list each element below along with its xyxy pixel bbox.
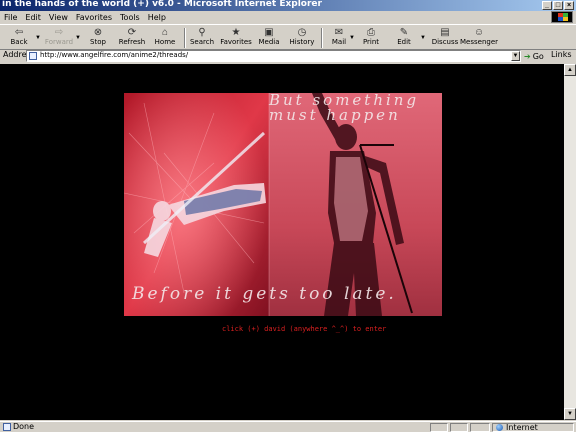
mail-button[interactable]: ✉ Mail <box>330 26 348 50</box>
mail-dropdown-icon[interactable]: ▼ <box>349 35 355 41</box>
menu-file[interactable]: File <box>0 13 21 22</box>
menu-favorites[interactable]: Favorites <box>72 13 116 22</box>
vertical-scrollbar[interactable]: ▲ ▼ <box>564 64 576 420</box>
messenger-label: Messenger <box>460 38 499 46</box>
menu-view[interactable]: View <box>45 13 72 22</box>
edit-label: Edit <box>397 38 411 46</box>
history-button[interactable]: ◷ History <box>289 26 315 50</box>
favorites-icon: ★ <box>231 26 241 38</box>
back-arrow-icon: ⇦ <box>14 26 24 38</box>
media-button[interactable]: ▣ Media <box>258 26 280 50</box>
minimize-button[interactable]: _ <box>542 1 552 10</box>
refresh-icon: ⟳ <box>127 26 137 38</box>
status-panel <box>450 423 468 432</box>
toolbar-separator <box>321 28 323 48</box>
forward-arrow-icon: ⇨ <box>54 26 64 38</box>
back-dropdown-icon[interactable]: ▼ <box>35 35 41 41</box>
window-title: in the hands of the world (+) v6.0 - Mic… <box>2 0 322 9</box>
menu-help[interactable]: Help <box>144 13 170 22</box>
standard-toolbar: ⇦ Back ▼ ⇨ Forward ▼ ⊗ Stop ⟳ Refresh ⌂ … <box>0 24 576 50</box>
home-label: Home <box>154 38 176 46</box>
page-content: But something must happen Before it gets… <box>0 64 564 420</box>
caption-line-2: must happen <box>269 106 401 124</box>
print-label: Print <box>362 38 380 46</box>
status-panel <box>430 423 448 432</box>
media-icon: ▣ <box>264 26 274 38</box>
favorites-label: Favorites <box>220 38 252 46</box>
go-arrow-icon: ➔ <box>524 51 531 61</box>
stop-icon: ⊗ <box>93 26 103 38</box>
forward-dropdown-icon[interactable]: ▼ <box>75 35 81 41</box>
window-controls: _ □ × <box>542 1 574 10</box>
history-label: History <box>289 38 315 46</box>
history-icon: ◷ <box>297 26 307 38</box>
enter-instruction-link[interactable]: click (+) david (anywhere ^_^) to enter <box>222 325 386 333</box>
page-done-icon <box>3 423 11 431</box>
favorites-button[interactable]: ★ Favorites <box>220 26 252 50</box>
banner-caption-top: But something must happen <box>269 93 419 123</box>
search-button[interactable]: ⚲ Search <box>190 26 214 50</box>
title-bar[interactable]: in the hands of the world (+) v6.0 - Mic… <box>0 0 576 11</box>
page-icon <box>29 52 37 60</box>
discuss-icon: ▤ <box>440 26 450 38</box>
status-text: Done <box>13 422 35 431</box>
messenger-button[interactable]: ☺ Messenger <box>460 26 499 50</box>
address-url: http://www.angelfire.com/anime2/threads/ <box>40 51 189 59</box>
scroll-up-button[interactable]: ▲ <box>564 64 576 76</box>
stop-button[interactable]: ⊗ Stop <box>88 26 108 50</box>
edit-button[interactable]: ✎ Edit <box>396 26 412 50</box>
maximize-button[interactable]: □ <box>553 1 563 10</box>
search-icon: ⚲ <box>198 26 206 38</box>
banner-caption-bottom: Before it gets too late. <box>132 284 397 304</box>
back-label: Back <box>10 38 28 46</box>
printer-icon: ⎙ <box>367 26 375 38</box>
windows-logo-icon <box>551 11 573 23</box>
toolbar-separator <box>184 28 186 48</box>
home-button[interactable]: ⌂ Home <box>154 26 176 50</box>
menu-edit[interactable]: Edit <box>21 13 45 22</box>
enter-banner-image[interactable]: But something must happen Before it gets… <box>124 93 442 316</box>
edit-document-icon: ✎ <box>399 26 409 38</box>
status-panel <box>470 423 490 432</box>
home-icon: ⌂ <box>161 26 169 38</box>
refresh-button[interactable]: ⟳ Refresh <box>119 26 145 50</box>
status-bar: Done Internet <box>0 421 576 432</box>
messenger-icon: ☺ <box>473 26 485 38</box>
edit-dropdown-icon[interactable]: ▼ <box>420 35 426 41</box>
mail-label: Mail <box>331 38 347 46</box>
go-button[interactable]: ➔ Go <box>524 50 544 62</box>
forward-label: Forward <box>44 38 74 46</box>
address-bar: Address http://www.angelfire.com/anime2/… <box>0 50 576 63</box>
stop-label: Stop <box>90 38 106 46</box>
mail-icon: ✉ <box>334 26 344 38</box>
media-label: Media <box>258 38 280 46</box>
search-label: Search <box>189 38 215 46</box>
print-button[interactable]: ⎙ Print <box>362 26 380 50</box>
refresh-label: Refresh <box>118 38 146 46</box>
address-dropdown-button[interactable]: ▼ <box>511 51 520 61</box>
links-button[interactable]: Links <box>551 50 572 59</box>
go-label: Go <box>532 51 544 61</box>
discuss-button[interactable]: ▤ Discuss <box>431 26 459 50</box>
banner-artwork <box>124 93 442 316</box>
menu-tools[interactable]: Tools <box>116 13 144 22</box>
browser-window: in the hands of the world (+) v6.0 - Mic… <box>0 0 576 432</box>
zone-label: Internet <box>506 423 538 432</box>
menu-bar: File Edit View Favorites Tools Help <box>0 11 576 23</box>
discuss-label: Discuss <box>431 38 459 46</box>
security-zone: Internet <box>492 423 574 432</box>
address-input[interactable]: http://www.angelfire.com/anime2/threads/ <box>26 50 521 62</box>
close-button[interactable]: × <box>564 1 574 10</box>
internet-globe-icon <box>496 424 503 431</box>
back-button[interactable]: ⇦ Back <box>8 26 30 50</box>
scroll-down-button[interactable]: ▼ <box>564 408 576 420</box>
forward-button[interactable]: ⇨ Forward <box>44 26 74 50</box>
